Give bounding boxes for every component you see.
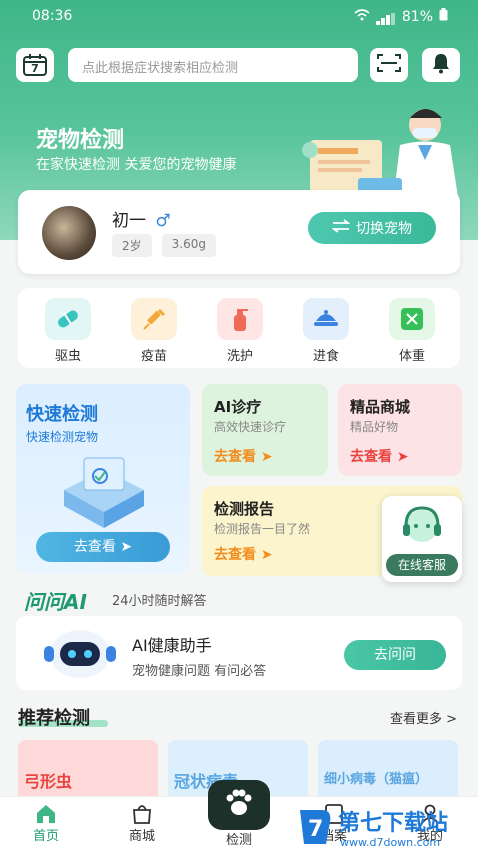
category-label: 体重 <box>398 349 425 364</box>
ai-diagnosis-title: AI诊疗 <box>214 398 262 416</box>
calendar-day: 7 <box>31 62 39 75</box>
quick-test-button[interactable]: 去查看 ➤ <box>36 532 170 562</box>
male-icon: ♂ <box>155 211 171 231</box>
category-label: 疫苗 <box>140 349 167 364</box>
switch-pet-label: 切换宠物 <box>356 221 412 237</box>
quick-test-title: 快速检测 <box>26 404 98 425</box>
tab-label: 商城 <box>128 829 155 844</box>
ai-assistant-title: AI健康助手 <box>132 636 212 655</box>
food-bowl-icon <box>303 298 349 340</box>
recommend-item-label: 弓形虫 <box>24 772 73 791</box>
mall-subtitle: 精品好物 <box>350 420 399 434</box>
svg-text:第七下载站: 第七下载站 <box>338 810 448 836</box>
category-label: 驱虫 <box>54 349 81 364</box>
quick-test-subtitle: 快速检测宠物 <box>26 430 99 444</box>
test-kit-illustration <box>54 450 154 534</box>
headset-icon <box>400 504 444 556</box>
signal-icon <box>375 9 396 25</box>
quick-test-card[interactable]: 快速检测 快速检测宠物 去查看 ➤ <box>16 384 190 574</box>
bell-icon <box>431 52 451 78</box>
customer-service-label: 在线客服 <box>386 554 458 576</box>
ask-ai-subtitle: 24小时随时解答 <box>112 594 207 609</box>
tab-test[interactable]: 检测 <box>209 829 269 848</box>
category-feeding[interactable]: 进食 <box>296 298 356 364</box>
pet-age: 2岁 <box>112 234 152 257</box>
pet-name-row: 初一 ♂ <box>112 206 171 231</box>
shop-icon <box>112 803 172 825</box>
ai-assistant-card[interactable]: AI健康助手 宠物健康问题 有问必答 去问问 <box>16 616 462 690</box>
battery-icon <box>439 8 448 25</box>
customer-service-button[interactable]: 在线客服 <box>382 496 462 582</box>
pet-card: 初一 ♂ 2岁 3.60g 切换宠物 <box>18 190 460 274</box>
scan-button[interactable] <box>370 48 408 82</box>
tab-home[interactable]: 首页 <box>16 803 76 844</box>
ai-diagnosis-subtitle: 高效快速诊疗 <box>214 420 287 434</box>
category-weight[interactable]: 体重 <box>382 298 442 364</box>
scan-icon <box>377 53 401 77</box>
shampoo-icon <box>217 298 263 340</box>
scale-icon <box>389 298 435 340</box>
status-time: 08:36 <box>32 8 73 24</box>
view-more-link[interactable]: 查看更多 > <box>390 708 457 727</box>
hero-title: 宠物检测 <box>36 128 125 153</box>
test-center-button[interactable] <box>208 780 270 830</box>
switch-pet-button[interactable]: 切换宠物 <box>308 212 436 244</box>
report-subtitle: 检测报告一目了然 <box>214 522 311 536</box>
category-label: 进食 <box>312 349 339 364</box>
notification-button[interactable] <box>422 48 460 82</box>
pet-tags: 2岁 3.60g <box>112 234 216 257</box>
battery-level: 81% <box>401 8 433 25</box>
mall-link[interactable]: 去查看 ➤ <box>350 446 409 466</box>
swap-icon <box>331 219 351 237</box>
paw-icon <box>222 788 256 822</box>
svg-text:7: 7 <box>308 817 323 842</box>
mall-card[interactable]: 精品商城 精品好物 去查看 ➤ <box>338 384 462 476</box>
pet-weight: 3.60g <box>161 234 216 257</box>
pet-avatar[interactable] <box>42 206 96 260</box>
search-input[interactable]: 点此根据症状搜索相应检测 <box>68 48 358 82</box>
robot-icon <box>36 622 124 684</box>
wifi-icon <box>354 8 370 25</box>
calendar-button[interactable]: 7 <box>16 48 54 82</box>
ai-assistant-subtitle: 宠物健康问题 有问必答 <box>132 664 267 679</box>
syringe-icon <box>131 298 177 340</box>
pill-icon <box>45 298 91 340</box>
status-bar: 08:36 81% <box>0 0 478 34</box>
tab-shop[interactable]: 商城 <box>112 803 172 844</box>
category-label: 洗护 <box>226 349 253 364</box>
mall-title: 精品商城 <box>350 398 411 416</box>
tab-label: 检测 <box>225 833 252 848</box>
ask-button[interactable]: 去问问 <box>344 640 446 670</box>
pet-name: 初一 <box>112 211 146 231</box>
report-title: 检测报告 <box>214 500 275 518</box>
recommend-item[interactable]: 弓形虫 <box>18 740 158 800</box>
ask-ai-title: 问问AI <box>24 590 87 614</box>
watermark-logo: 7 第七下载站 www.d7down.com <box>296 804 476 850</box>
category-row: 驱虫 疫苗 洗护 进食 体重 <box>18 288 460 368</box>
report-link[interactable]: 去查看 ➤ <box>214 544 273 564</box>
ai-diagnosis-link[interactable]: 去查看 ➤ <box>214 446 273 466</box>
category-deworm[interactable]: 驱虫 <box>38 298 98 364</box>
recommend-item[interactable]: 细小病毒（猫瘟） <box>318 740 458 800</box>
recommend-title: 推荐检测 <box>18 708 90 729</box>
calendar-icon: 7 <box>23 54 47 76</box>
category-vaccine[interactable]: 疫苗 <box>124 298 184 364</box>
home-icon <box>16 803 76 825</box>
ai-diagnosis-card[interactable]: AI诊疗 高效快速诊疗 去查看 ➤ <box>202 384 328 476</box>
recommend-item-label: 细小病毒（猫瘟） <box>324 772 429 787</box>
category-grooming[interactable]: 洗护 <box>210 298 270 364</box>
tab-label: 首页 <box>32 829 59 844</box>
svg-text:www.d7down.com: www.d7down.com <box>340 836 440 849</box>
hero-subtitle: 在家快速检测 关爱您的宠物健康 <box>36 157 237 173</box>
